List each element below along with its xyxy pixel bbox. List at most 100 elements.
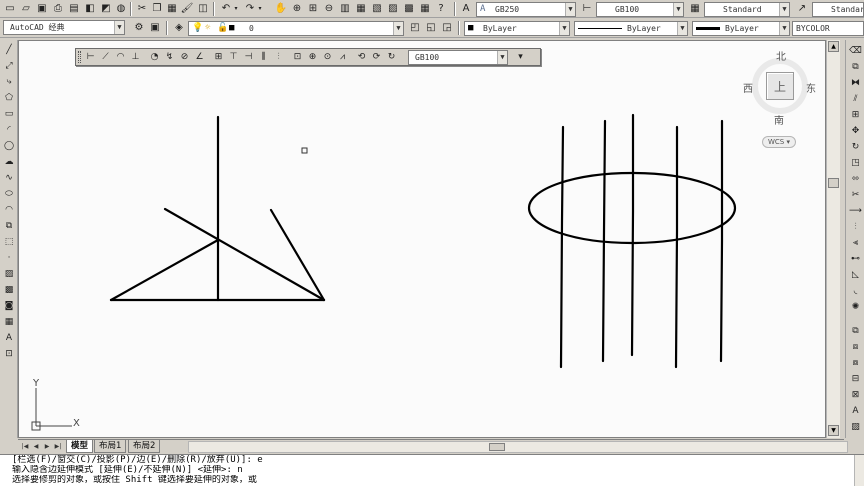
- new-file-icon[interactable]: ▭: [3, 2, 17, 16]
- viewcube[interactable]: 北 西 东 南 上 WCS ▾: [740, 48, 822, 152]
- chevron-down-icon[interactable]: ▼: [497, 51, 507, 64]
- linetype-control-combo[interactable]: ByLayer ▼: [574, 21, 688, 36]
- scroll-thumb[interactable]: [828, 178, 839, 188]
- zoom-realtime-icon[interactable]: ⊕: [290, 2, 304, 16]
- cut-icon[interactable]: ✂: [135, 2, 149, 16]
- compass-west-label[interactable]: 西: [743, 80, 753, 95]
- dim-update-icon[interactable]: ↻: [385, 50, 398, 64]
- make-object-layer-current-icon[interactable]: ◰: [408, 21, 422, 35]
- undo-icon[interactable]: ↶: [219, 2, 233, 16]
- design-feed-icon[interactable]: ◍: [114, 2, 128, 16]
- draw-order-icon[interactable]: ⧉: [848, 324, 863, 338]
- vertical-line[interactable]: [719, 119, 724, 363]
- jogged-dim-icon[interactable]: ↯: [163, 50, 176, 64]
- horizontal-scrollbar[interactable]: [188, 441, 848, 453]
- chevron-down-icon[interactable]: ▼: [779, 22, 789, 35]
- construction-line-icon[interactable]: ⤢: [2, 59, 16, 73]
- workspace-settings-icon[interactable]: ⚙: [132, 21, 146, 35]
- tab-layout2[interactable]: 布局2: [128, 440, 161, 453]
- fillet-icon[interactable]: ◟: [848, 284, 863, 298]
- tab-layout1[interactable]: 布局1: [94, 440, 127, 453]
- array-icon[interactable]: ⊞: [848, 108, 863, 122]
- layer-combo[interactable]: 💡 ☼ 🔓 ■ 0 ▼: [188, 21, 404, 36]
- copy-icon[interactable]: ❐: [150, 2, 164, 16]
- layer-manager-icon[interactable]: ◈: [172, 21, 186, 35]
- table-style-icon[interactable]: ▦: [688, 2, 702, 16]
- zoom-previous-icon[interactable]: ⊖: [322, 2, 336, 16]
- center-mark-icon[interactable]: ⊕: [306, 50, 319, 64]
- diameter-dim-icon[interactable]: ⊘: [178, 50, 191, 64]
- bring-to-front-icon[interactable]: ⧈: [848, 340, 863, 354]
- line-icon[interactable]: ╱: [2, 43, 16, 57]
- vertical-line[interactable]: [559, 125, 565, 369]
- stretch-icon[interactable]: ⬄: [848, 172, 863, 186]
- point-icon[interactable]: ·: [2, 251, 16, 265]
- baseline-dim-icon[interactable]: ⊤: [227, 50, 240, 64]
- arc-icon[interactable]: ◜: [2, 123, 16, 137]
- break-at-point-icon[interactable]: ⫶: [848, 220, 863, 234]
- pan-icon[interactable]: ✋: [274, 2, 288, 16]
- copy-object-icon[interactable]: ⧉: [848, 60, 863, 74]
- explode-icon[interactable]: ✺: [848, 300, 863, 314]
- drawing-area[interactable]: [19, 41, 827, 439]
- open-file-icon[interactable]: ▱: [19, 2, 33, 16]
- chevron-down-icon[interactable]: ▼: [565, 3, 575, 16]
- color-control-combo[interactable]: ■ ByLayer ▼: [464, 21, 570, 36]
- first-tab-icon[interactable]: |◀: [20, 441, 30, 452]
- compass-south-label[interactable]: 南: [774, 112, 784, 127]
- layer-previous-icon[interactable]: ◱: [424, 21, 438, 35]
- diagonal-line[interactable]: [109, 238, 220, 302]
- diagonal-line[interactable]: [269, 208, 326, 302]
- dim-style-combo[interactable]: GB100 ▼: [596, 2, 684, 17]
- previous-tab-icon[interactable]: ◀: [31, 441, 41, 452]
- plot-preview-icon[interactable]: ▤: [67, 2, 81, 16]
- text-style-combo[interactable]: A GB250 ▼: [476, 2, 576, 17]
- sheet-set-icon[interactable]: ▨: [386, 2, 400, 16]
- dim-edit-icon[interactable]: ⟲: [355, 50, 368, 64]
- chamfer-icon[interactable]: ◺: [848, 268, 863, 282]
- vertical-scrollbar[interactable]: ▲ ▼: [826, 40, 840, 438]
- text-style-icon[interactable]: A: [459, 2, 473, 16]
- save-icon[interactable]: ▣: [35, 2, 49, 16]
- toolbar-grip[interactable]: [78, 51, 81, 63]
- design-center-icon[interactable]: ▦: [354, 2, 368, 16]
- hatch-to-back-icon[interactable]: ▨: [848, 420, 863, 434]
- 3d-dwf-icon[interactable]: ◩: [99, 2, 113, 16]
- tool-palettes-icon[interactable]: ▧: [370, 2, 384, 16]
- plot-icon[interactable]: ⎙: [51, 2, 65, 16]
- jogged-linear-icon[interactable]: ⩘: [336, 50, 349, 64]
- insert-block-icon[interactable]: ⧉: [2, 219, 16, 233]
- chevron-down-icon[interactable]: ▼: [673, 3, 683, 16]
- plot-style-combo[interactable]: BYCOLOR: [792, 21, 864, 36]
- join-icon[interactable]: ⊷: [848, 252, 863, 266]
- lineweight-control-combo[interactable]: ByLayer ▼: [692, 21, 790, 36]
- break-icon[interactable]: ⫷: [848, 236, 863, 250]
- aligned-dim-icon[interactable]: ⟋: [99, 50, 112, 64]
- trim-icon[interactable]: ✂: [848, 188, 863, 202]
- mirror-icon[interactable]: ⧓: [848, 76, 863, 90]
- scale-icon[interactable]: ◳: [848, 156, 863, 170]
- dim-break-icon[interactable]: ⫶: [272, 50, 285, 64]
- dim-text-edit-icon[interactable]: ⟳: [370, 50, 383, 64]
- spline-icon[interactable]: ∿: [2, 171, 16, 185]
- wcs-menu[interactable]: WCS ▾: [762, 136, 796, 148]
- viewcube-top-face[interactable]: 上: [766, 72, 794, 100]
- publish-icon[interactable]: ◧: [83, 2, 97, 16]
- text-to-front-icon[interactable]: A: [848, 404, 863, 418]
- help-icon[interactable]: ?: [434, 2, 448, 16]
- scroll-thumb[interactable]: [489, 443, 505, 451]
- chevron-down-icon[interactable]: ▼: [114, 21, 124, 34]
- compass-east-label[interactable]: 东: [806, 80, 816, 95]
- add-selected-icon[interactable]: ⊡: [2, 347, 16, 361]
- rectangle-icon[interactable]: ▭: [2, 107, 16, 121]
- scroll-down-icon[interactable]: ▼: [828, 425, 839, 436]
- tolerance-icon[interactable]: ⊡: [291, 50, 304, 64]
- my-workspace-icon[interactable]: ▣: [148, 21, 162, 35]
- multileader-style-combo[interactable]: Standard: [812, 2, 864, 17]
- continue-dim-icon[interactable]: ⊣: [242, 50, 255, 64]
- rotate-icon[interactable]: ↻: [848, 140, 863, 154]
- revision-cloud-icon[interactable]: ☁: [2, 155, 16, 169]
- ellipse-icon[interactable]: ⬭: [2, 187, 16, 201]
- angular-dim-icon[interactable]: ∠: [193, 50, 206, 64]
- quick-dim-icon[interactable]: ⊞: [212, 50, 225, 64]
